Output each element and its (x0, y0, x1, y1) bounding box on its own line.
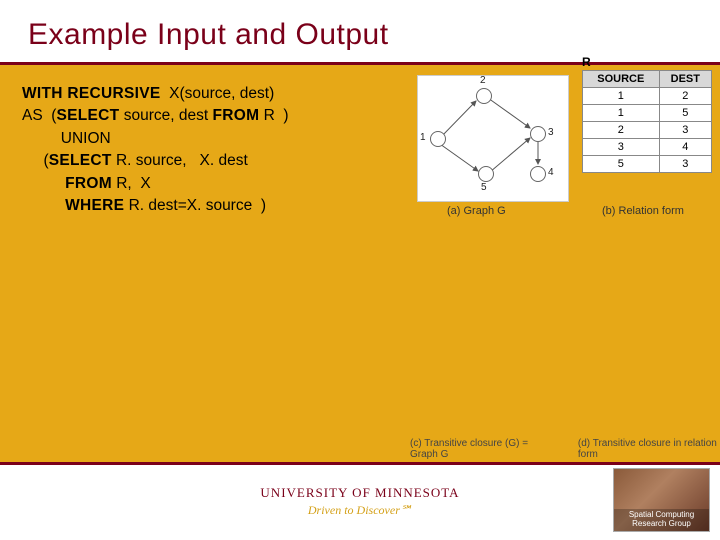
node-label: 5 (481, 182, 487, 193)
cell: 5 (659, 105, 711, 122)
kw-select: SELECT (49, 152, 112, 169)
sql-line-6: WHERE R. dest=X. source ) (22, 195, 397, 217)
caption-d: (d) Transitive closure in relation form (578, 438, 720, 460)
relation-label: R (582, 55, 591, 69)
col-dest: DEST (659, 71, 711, 88)
sql-text (22, 197, 65, 214)
sql-block: WITH RECURSIVE X(source, dest) AS (SELEC… (0, 65, 407, 218)
slide: Example Input and Output WITH RECURSIVE … (0, 0, 720, 540)
sql-text: R. source, X. dest (112, 152, 248, 169)
cell: 3 (659, 156, 711, 173)
node-label: 3 (548, 127, 554, 138)
relation-table: SOURCE DEST 12 15 23 34 53 (582, 70, 712, 173)
kw-with-recursive: WITH RECURSIVE (22, 85, 161, 102)
title-container: Example Input and Output (0, 0, 720, 65)
graph-caption: (a) Graph G (447, 205, 506, 217)
university-logo-text: UNIVERSITY OF MINNESOTA Driven to Discov… (260, 485, 459, 518)
kw-from: FROM (212, 107, 259, 124)
sql-line-4: (SELECT R. source, X. dest (22, 150, 397, 172)
sql-text: X(source, dest) (161, 85, 275, 102)
graph-node (530, 166, 546, 182)
figures: 1 2 3 4 5 (a) Graph G R SOURCE DEST 12 (407, 65, 720, 218)
graph-panel: 1 2 3 4 5 (417, 75, 569, 202)
graph-node (430, 131, 446, 147)
table-header-row: SOURCE DEST (583, 71, 712, 88)
graph-node (476, 88, 492, 104)
sql-text (22, 175, 65, 192)
kw-where: WHERE (65, 197, 124, 214)
table-row: 53 (583, 156, 712, 173)
university-name: UNIVERSITY OF MINNESOTA (260, 485, 459, 501)
group-line2: Research Group (632, 519, 691, 528)
bottom-captions: (c) Transitive closure (G) = Graph G (d)… (410, 438, 720, 460)
group-logo-text: Spatial Computing Research Group (614, 509, 709, 531)
sql-line-3: UNION (22, 128, 397, 150)
col-source: SOURCE (583, 71, 660, 88)
kw-from: FROM (65, 175, 112, 192)
relation-caption: (b) Relation form (602, 205, 684, 217)
table-row: 23 (583, 122, 712, 139)
cell: 4 (659, 139, 711, 156)
cell: 5 (583, 156, 660, 173)
sql-text: R, X (112, 175, 151, 192)
relation-table-panel: SOURCE DEST 12 15 23 34 53 (582, 70, 712, 173)
sql-text: source, dest (119, 107, 212, 124)
caption-c: (c) Transitive closure (G) = Graph G (410, 438, 550, 460)
cell: 1 (583, 105, 660, 122)
cell: 3 (583, 139, 660, 156)
group-line1: Spatial Computing (629, 510, 694, 519)
node-label: 2 (480, 75, 486, 86)
cell: 3 (659, 122, 711, 139)
graph-node (530, 126, 546, 142)
graph-node (478, 166, 494, 182)
sql-text: ( (22, 152, 49, 169)
table-row: 12 (583, 88, 712, 105)
sql-text: R ) (259, 107, 288, 124)
node-label: 1 (420, 132, 426, 143)
table-row: 34 (583, 139, 712, 156)
sql-line-1: WITH RECURSIVE X(source, dest) (22, 83, 397, 105)
footer-divider (0, 462, 720, 465)
cell: 2 (659, 88, 711, 105)
node-label: 4 (548, 167, 554, 178)
university-tagline: Driven to Discover℠ (260, 503, 459, 518)
sql-text: R. dest=X. source ) (124, 197, 266, 214)
kw-select: SELECT (56, 107, 119, 124)
cell: 1 (583, 88, 660, 105)
footer: UNIVERSITY OF MINNESOTA Driven to Discov… (0, 462, 720, 540)
sql-line-5: FROM R, X (22, 173, 397, 195)
content-row: WITH RECURSIVE X(source, dest) AS (SELEC… (0, 65, 720, 218)
table-row: 15 (583, 105, 712, 122)
slide-title: Example Input and Output (28, 18, 692, 52)
sql-text: AS ( (22, 107, 56, 124)
cell: 2 (583, 122, 660, 139)
group-logo: Spatial Computing Research Group (613, 468, 710, 532)
sql-line-2: AS (SELECT source, dest FROM R ) (22, 105, 397, 127)
